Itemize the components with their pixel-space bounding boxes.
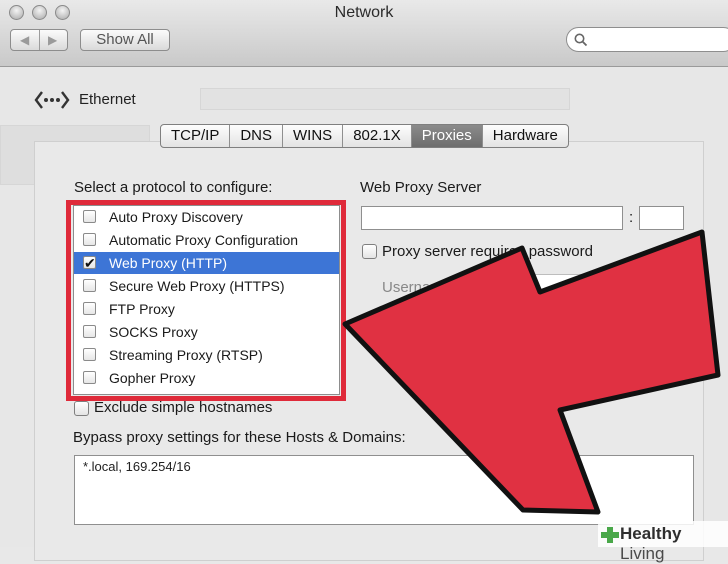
watermark-logo-icon xyxy=(601,527,619,543)
annotation-arrow-icon xyxy=(342,229,721,515)
watermark: Healthy Living xyxy=(598,521,728,563)
watermark-text: Healthy Living xyxy=(620,524,682,563)
